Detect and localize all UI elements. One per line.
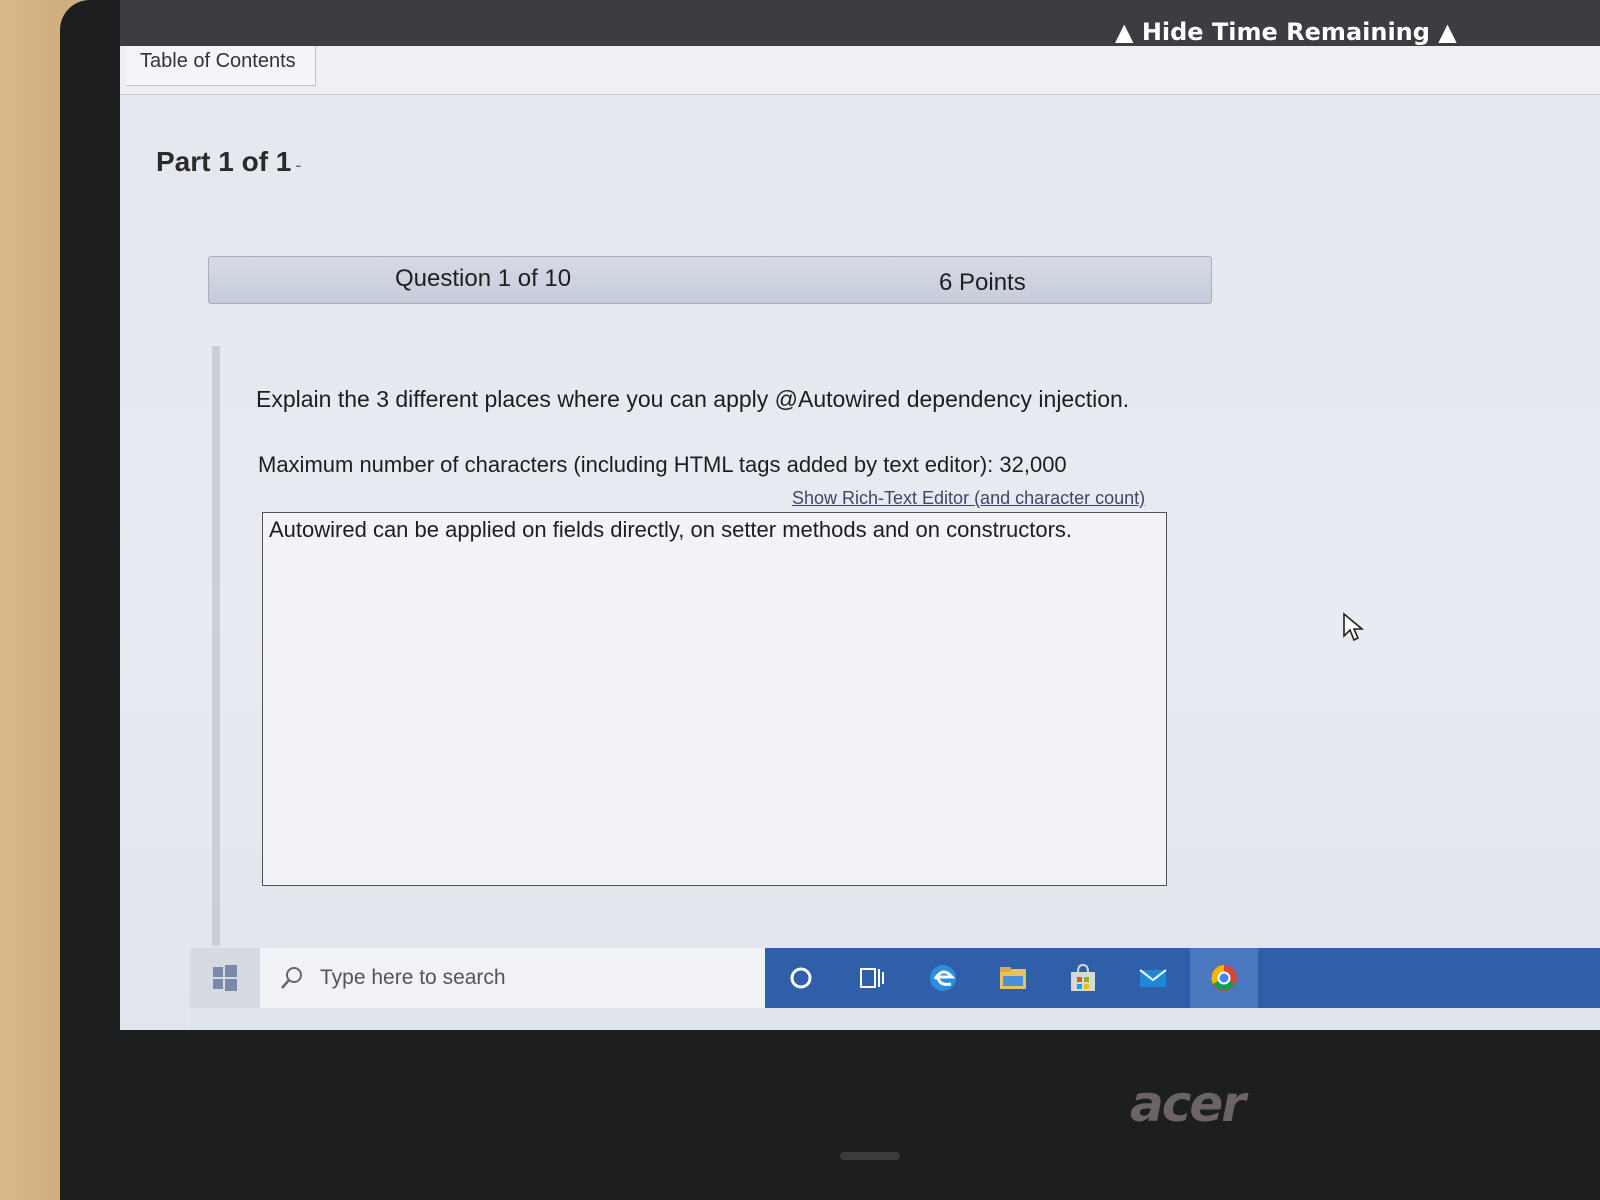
answer-text: Autowired can be applied on fields direc… <box>269 517 1073 542</box>
answer-textarea[interactable]: Autowired can be applied on fields direc… <box>262 512 1167 886</box>
chrome-icon[interactable] <box>1206 960 1242 996</box>
max-characters-note: Maximum number of characters (including … <box>258 452 1067 477</box>
taskbar-search-box[interactable]: Type here to search <box>260 948 765 1008</box>
store-icon[interactable] <box>1065 960 1101 996</box>
question-left-rule <box>212 346 220 946</box>
question-number: Question 1 of 10 <box>395 265 572 292</box>
search-icon <box>281 967 302 989</box>
start-button[interactable] <box>190 948 260 1008</box>
exam-top-bar: ▲ Hide Time Remaining ▲ <box>120 0 1600 52</box>
table-of-contents-tab[interactable]: Table of Contents <box>126 46 316 86</box>
file-explorer-icon[interactable] <box>995 960 1031 996</box>
edge-icon[interactable] <box>925 960 961 996</box>
part-title: Part 1 of 1- <box>156 146 301 178</box>
task-view-icon[interactable] <box>853 960 889 996</box>
show-rich-text-editor-link[interactable]: Show Rich-Text Editor (and character cou… <box>792 488 1145 509</box>
hide-time-remaining-button[interactable]: ▲ Hide Time Remaining ▲ <box>1115 18 1457 46</box>
screen: ▲ Hide Time Remaining ▲ Table of Content… <box>120 0 1600 1030</box>
part-title-dash: - <box>295 155 302 175</box>
mail-icon[interactable] <box>1135 960 1171 996</box>
windows-taskbar: Type here to search <box>190 948 1600 1030</box>
question-prompt: Explain the 3 different places where you… <box>256 386 1130 412</box>
toc-row: Table of Contents <box>120 46 1600 95</box>
laptop-hinge <box>840 1152 900 1160</box>
windows-start-icon <box>213 965 237 991</box>
mouse-pointer-icon <box>1343 612 1365 642</box>
part-title-text: Part 1 of 1 <box>156 146 292 177</box>
search-placeholder: Type here to search <box>320 966 506 989</box>
laptop-brand-logo: acer <box>1130 1075 1246 1133</box>
question-header-bar: Question 1 of 10 6 Points <box>208 256 1212 304</box>
taskbar-pinned-apps <box>765 948 1600 1008</box>
cortana-icon[interactable] <box>783 960 819 996</box>
question-points: 6 Points <box>939 269 1026 296</box>
